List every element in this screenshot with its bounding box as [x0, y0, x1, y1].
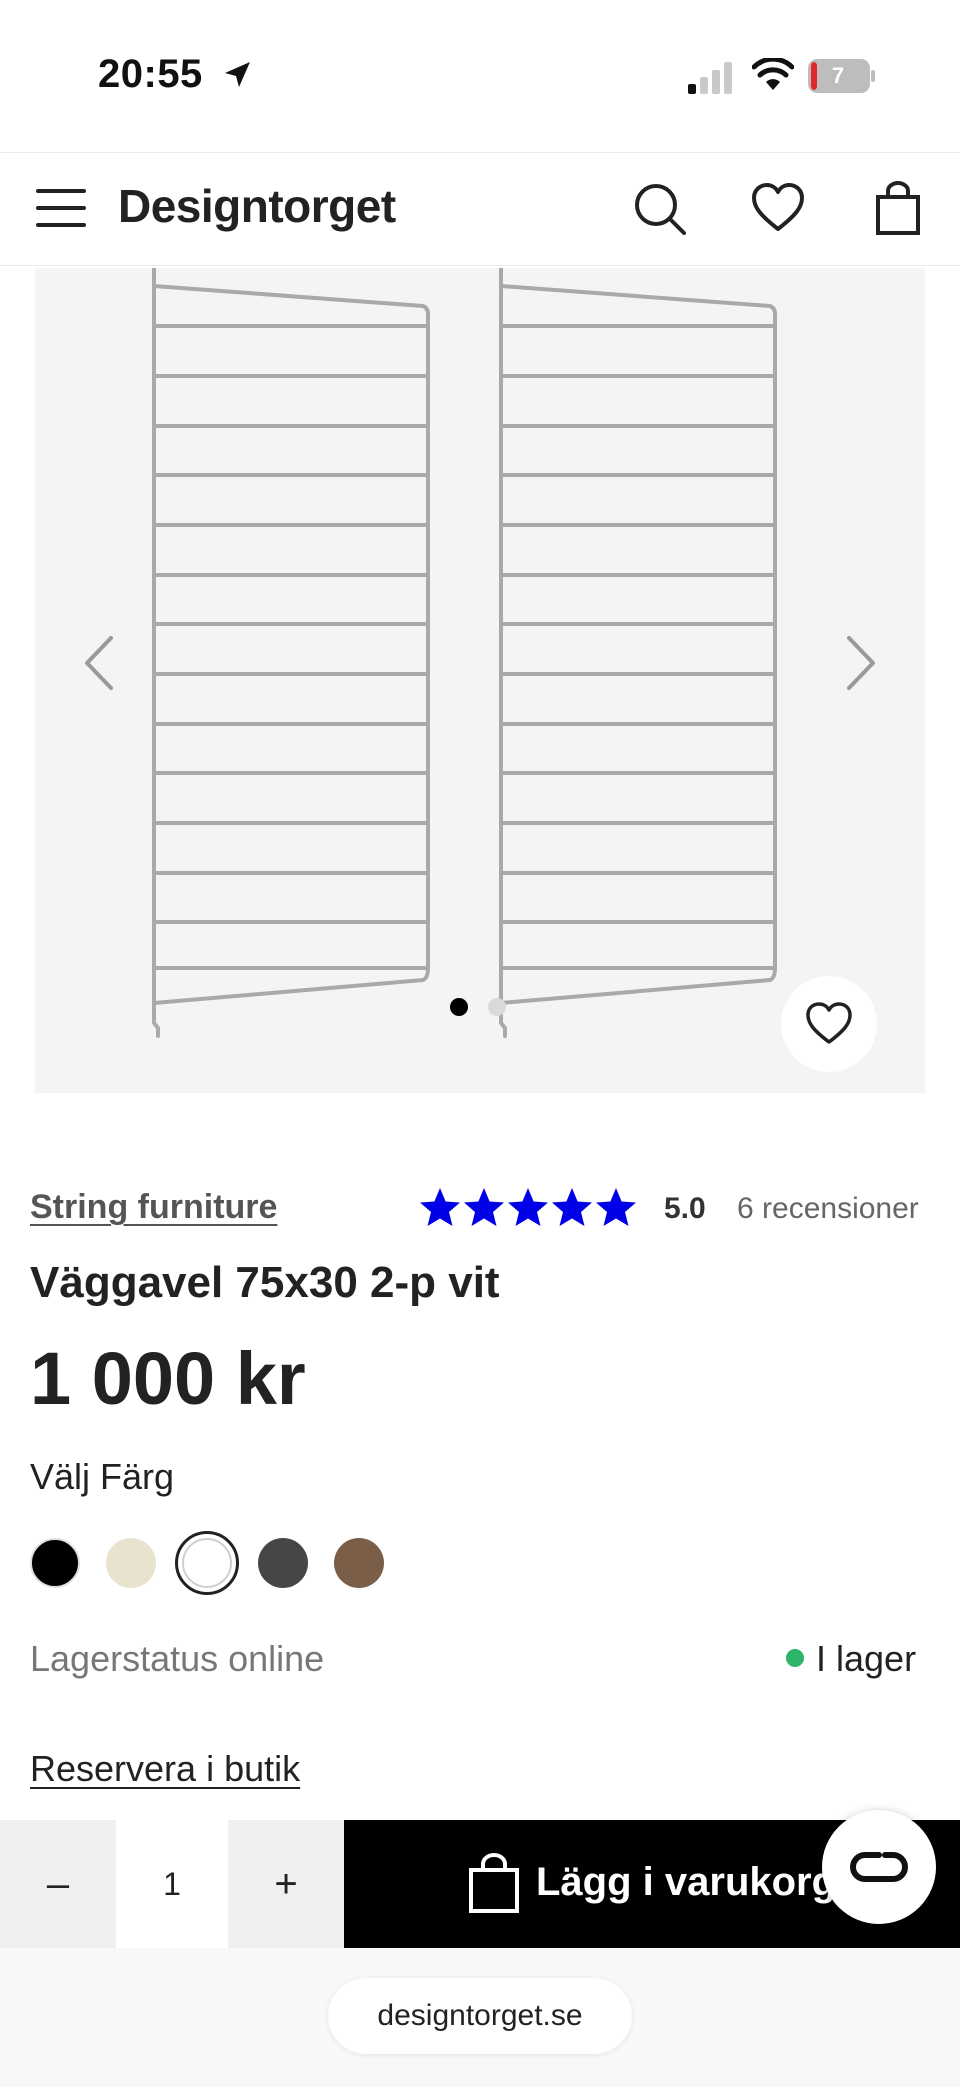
chat-button[interactable] — [822, 1810, 936, 1924]
heart-icon — [806, 1002, 852, 1044]
star-icons — [420, 1188, 636, 1226]
address-bar[interactable]: designtorget.se — [328, 1978, 632, 2054]
color-swatch-white[interactable] — [182, 1538, 232, 1588]
chat-link-icon — [850, 1852, 908, 1882]
status-time: 20:55 — [98, 52, 203, 96]
stock-status-label: Lagerstatus online — [30, 1638, 325, 1679]
product-title: Väggavel 75x30 2-p vit — [30, 1258, 500, 1307]
shopping-bag-icon[interactable] — [872, 181, 928, 237]
wifi-icon — [752, 58, 794, 90]
reserve-in-store-link[interactable]: Reservera i butik — [30, 1748, 300, 1790]
menu-icon[interactable] — [36, 187, 88, 229]
stock-status-value: I lager — [816, 1638, 917, 1679]
site-logo[interactable]: Designtorget — [118, 179, 396, 233]
shopping-bag-icon — [469, 1853, 519, 1913]
status-bar: 20:55 7 — [0, 0, 960, 150]
quantity-increase-button[interactable]: + — [228, 1820, 344, 1948]
product-gallery[interactable] — [35, 268, 925, 1093]
color-swatch-beige[interactable] — [106, 1538, 156, 1588]
star-rating[interactable] — [418, 1186, 640, 1230]
add-to-favorites-button[interactable] — [781, 976, 877, 1072]
site-header: Designtorget — [0, 152, 960, 266]
chevron-left-icon[interactable] — [75, 628, 125, 698]
location-arrow-icon — [225, 62, 250, 87]
chevron-right-icon[interactable] — [835, 628, 885, 698]
buy-bar: – 1 + Lägg i varukorgen — [0, 1820, 960, 1948]
pagination-dot-active[interactable] — [450, 998, 468, 1016]
rating-score: 5.0 — [664, 1192, 706, 1225]
pagination-dot[interactable] — [488, 998, 506, 1016]
quantity-field[interactable]: 1 — [116, 1820, 228, 1948]
cellular-signal-icon — [688, 62, 732, 94]
star-icon — [464, 1188, 504, 1226]
star-icon — [508, 1188, 548, 1226]
browser-toolbar: designtorget.se — [0, 1948, 960, 2087]
product-price: 1 000 kr — [30, 1337, 306, 1420]
star-icon — [596, 1188, 636, 1226]
heart-icon[interactable] — [750, 181, 806, 237]
in-stock-indicator — [786, 1649, 804, 1667]
product-image — [152, 268, 777, 1038]
battery-level: 7 — [831, 63, 845, 88]
quantity-decrease-button[interactable]: – — [0, 1820, 116, 1948]
color-swatch-dark-grey[interactable] — [258, 1538, 308, 1588]
brand-link[interactable]: String furniture — [30, 1188, 277, 1227]
search-icon[interactable] — [632, 181, 688, 237]
star-icon — [552, 1188, 592, 1226]
star-icon — [420, 1188, 460, 1226]
color-swatch-brown[interactable] — [334, 1538, 384, 1588]
gallery-pagination — [450, 998, 510, 1018]
color-swatch-black[interactable] — [30, 1538, 80, 1588]
color-picker-label: Välj Färg — [30, 1456, 175, 1497]
review-count-link[interactable]: 6 recensioner — [737, 1192, 919, 1226]
